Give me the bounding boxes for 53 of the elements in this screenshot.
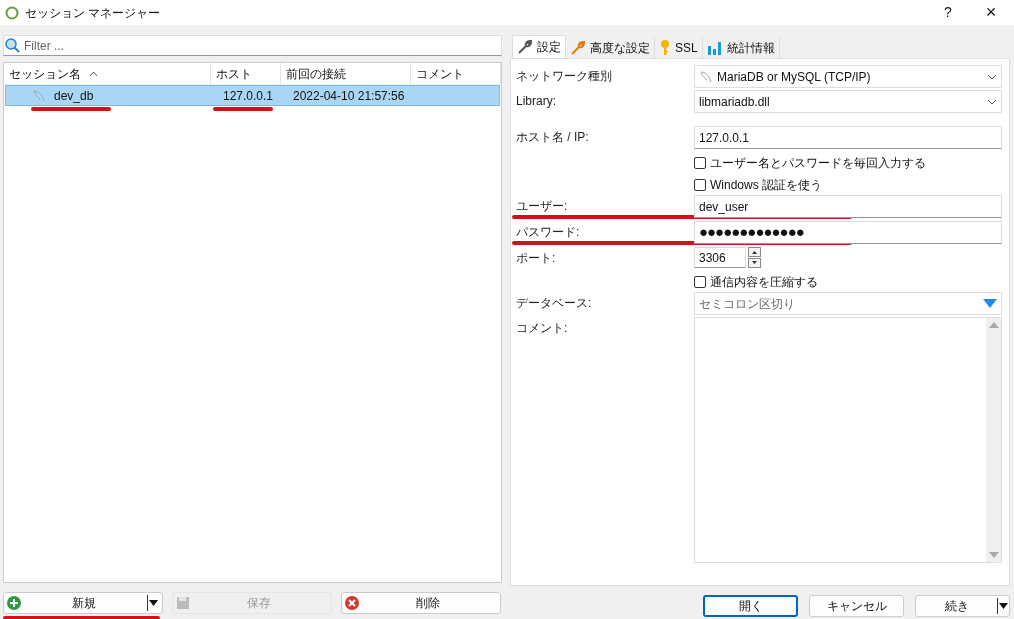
input-field[interactable]: dev_user — [694, 195, 1002, 218]
app-logo-icon — [5, 5, 19, 20]
help-button[interactable]: ? — [928, 2, 968, 23]
field-label: Library: — [516, 94, 556, 108]
filter-field[interactable]: Filter ... — [3, 35, 502, 56]
dropdown-arrow-icon — [147, 595, 159, 611]
key-icon — [659, 40, 671, 56]
caret-icon — [987, 73, 997, 80]
table-cell-text: dev_db — [54, 87, 94, 105]
dropdown[interactable]: セミコロン区切り — [694, 292, 1002, 315]
field-label: ポート: — [516, 251, 556, 265]
column-header[interactable]: コメント — [411, 63, 501, 84]
plus-icon — [7, 596, 21, 610]
password-field[interactable]: ●●●●●●●●●●●●● — [694, 221, 1002, 244]
checkbox-label: ユーザー名とパスワードを毎回入力する — [710, 154, 926, 172]
delete-button[interactable]: 削除 — [341, 592, 501, 614]
field-label: ネットワーク種別 — [516, 69, 612, 83]
bar-chart-icon — [706, 40, 723, 56]
column-header[interactable]: ホスト — [211, 63, 281, 84]
field-label: コメント: — [516, 321, 568, 335]
search-icon — [5, 38, 20, 53]
checkbox-label: 通信内容を圧縮する — [710, 273, 818, 291]
dialog-button[interactable]: 開く — [703, 595, 798, 617]
field-label: パスワード: — [516, 225, 580, 239]
dialog-button[interactable]: キャンセル — [809, 595, 904, 617]
field-label: ユーザー: — [516, 199, 568, 213]
close-icon — [345, 596, 359, 610]
triangle-down-icon — [983, 299, 997, 308]
dialog-button[interactable]: 続き — [915, 595, 1010, 617]
number-field[interactable]: 3306 — [694, 247, 746, 268]
caret-icon — [987, 98, 997, 105]
close-button[interactable]: × — [968, 0, 1014, 26]
column-header[interactable]: セッション名 — [4, 63, 211, 84]
sort-up-icon — [89, 70, 98, 77]
scrollbar[interactable] — [986, 318, 1001, 562]
table-row[interactable]: dev_db 127.0.0.1 2022-04-10 21:57:56 — [5, 85, 500, 106]
window-title: セッション マネージャー — [25, 4, 161, 22]
table-cell-text: 127.0.0.1 — [223, 87, 274, 105]
field-label: データベース: — [516, 296, 592, 310]
checkbox-label: Windows 認証を使う — [710, 176, 822, 194]
input-field[interactable]: 127.0.0.1 — [694, 126, 1002, 149]
checkbox[interactable] — [694, 156, 706, 169]
dropdown[interactable]: MariaDB or MySQL (TCP/IP) — [694, 65, 1002, 88]
spinner-arrows-icon[interactable] — [748, 247, 761, 268]
checkbox[interactable] — [694, 178, 706, 191]
table-cell-text: 2022-04-10 21:57:56 — [293, 87, 405, 105]
new-button[interactable]: 新規 — [3, 592, 163, 614]
dropdown[interactable]: libmariadb.dll — [694, 90, 1002, 113]
column-header[interactable]: 前回の接続 — [281, 63, 411, 84]
dropdown-arrow-icon — [997, 598, 1009, 614]
tab[interactable]: 設定 — [512, 35, 566, 58]
checkbox[interactable] — [694, 275, 706, 288]
field-label: ホスト名 / IP: — [516, 130, 589, 144]
